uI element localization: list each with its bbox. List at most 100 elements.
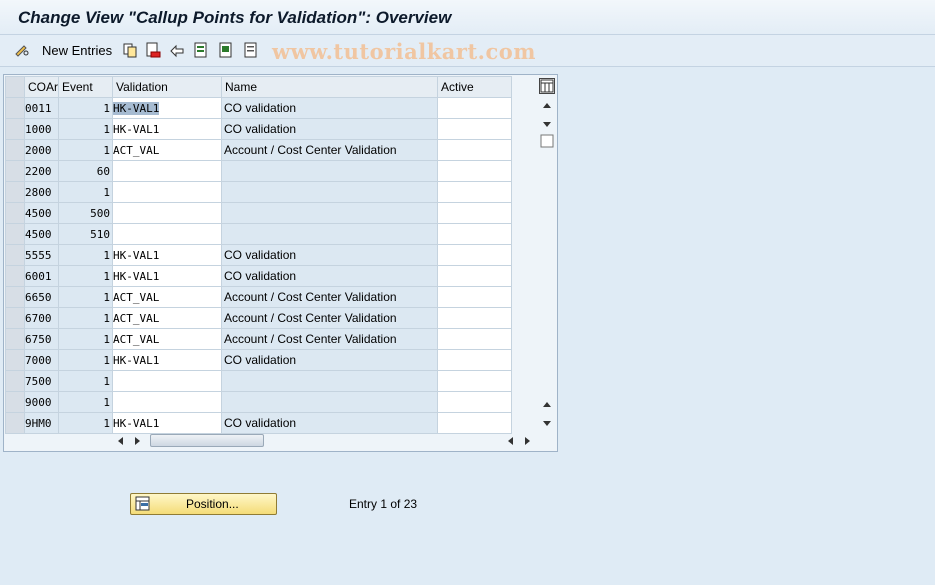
column-header-active[interactable]: Active — [437, 76, 512, 98]
cell-name: Account / Cost Center Validation — [221, 328, 438, 350]
scroll-left-arrow-icon — [118, 437, 123, 445]
cell-coar: 4500 — [24, 223, 59, 245]
row-selector[interactable] — [5, 286, 25, 308]
table-row[interactable]: 2800 1 — [5, 181, 512, 203]
row-selector[interactable] — [5, 391, 25, 413]
row-selector[interactable] — [5, 118, 25, 140]
cell-active[interactable] — [437, 139, 512, 161]
table-row[interactable]: 6750 1 ACT_VAL Account / Cost Center Valida… — [5, 328, 512, 350]
row-selector[interactable] — [5, 139, 25, 161]
cell-name: CO validation — [221, 118, 438, 140]
row-selector[interactable] — [5, 223, 25, 245]
entry-counter: Entry 1 of 23 — [349, 497, 418, 511]
cell-active[interactable] — [437, 223, 512, 245]
cell-validation[interactable] — [112, 370, 222, 392]
table-row[interactable]: 5555 1 HK-VAL1 CO validation — [5, 244, 512, 266]
cell-validation[interactable]: ACT_VAL — [112, 286, 222, 308]
row-selector[interactable] — [5, 328, 25, 350]
row-selector[interactable] — [5, 370, 25, 392]
cell-validation[interactable]: HK-VAL1 — [112, 265, 222, 287]
table-row[interactable]: 6700 1 ACT_VAL Account / Cost Center Valida… — [5, 307, 512, 329]
cell-validation[interactable] — [112, 223, 222, 245]
deselect-all-button[interactable] — [243, 41, 259, 59]
cell-event: 1 — [58, 97, 113, 119]
scroll-up-arrow-icon — [543, 103, 551, 108]
table-row[interactable]: 2200 60 — [5, 160, 512, 182]
select-all-corner[interactable] — [5, 76, 25, 98]
cell-active[interactable] — [437, 286, 512, 308]
row-selector[interactable] — [5, 160, 25, 182]
table-row[interactable]: 6001 1 HK-VAL1 CO validation — [5, 265, 512, 287]
cell-validation[interactable] — [112, 391, 222, 413]
cell-active[interactable] — [437, 307, 512, 329]
column-header-name[interactable]: Name — [221, 76, 438, 98]
horizontal-scrollbar[interactable] — [114, 433, 539, 449]
cell-validation[interactable]: ACT_VAL — [112, 307, 222, 329]
cell-active[interactable] — [437, 181, 512, 203]
position-button[interactable]: Position... — [130, 493, 277, 515]
cell-validation[interactable]: HK-VAL1 — [112, 244, 222, 266]
cell-validation[interactable] — [112, 160, 222, 182]
table-settings-button[interactable] — [539, 78, 555, 94]
cell-validation[interactable]: ACT_VAL — [112, 328, 222, 350]
cell-active[interactable] — [437, 97, 512, 119]
cell-active[interactable] — [437, 349, 512, 371]
cell-active[interactable] — [437, 160, 512, 182]
cell-validation[interactable]: HK-VAL1 — [112, 349, 222, 371]
vertical-scrollbar[interactable] — [539, 97, 555, 431]
cell-coar: 7000 — [24, 349, 59, 371]
cell-event: 1 — [58, 244, 113, 266]
copy-button[interactable] — [122, 41, 138, 59]
table-row[interactable]: 7500 1 — [5, 370, 512, 392]
cell-coar: 1000 — [24, 118, 59, 140]
cell-validation[interactable]: ACT_VAL — [112, 139, 222, 161]
cell-validation[interactable]: HK-VAL1 — [112, 97, 222, 119]
row-selector[interactable] — [5, 412, 25, 434]
row-selector[interactable] — [5, 181, 25, 203]
cell-event: 1 — [58, 139, 113, 161]
cell-active[interactable] — [437, 244, 512, 266]
cell-active[interactable] — [437, 391, 512, 413]
column-header-validation[interactable]: Validation — [112, 76, 222, 98]
table-row[interactable]: 4500 500 — [5, 202, 512, 224]
row-selector[interactable] — [5, 349, 25, 371]
cell-validation[interactable]: HK-VAL1 — [112, 118, 222, 140]
display-change-button[interactable] — [14, 41, 30, 59]
cell-name: Account / Cost Center Validation — [221, 139, 438, 161]
table-row[interactable]: 6650 1 ACT_VAL Account / Cost Center Valida… — [5, 286, 512, 308]
row-selector[interactable] — [5, 265, 25, 287]
row-selector[interactable] — [5, 244, 25, 266]
cell-validation[interactable]: HK-VAL1 — [112, 412, 222, 434]
table-row[interactable]: 7000 1 HK-VAL1 CO validation — [5, 349, 512, 371]
column-header-coar[interactable]: COAr — [24, 76, 59, 98]
cell-active[interactable] — [437, 118, 512, 140]
cell-name — [221, 391, 438, 413]
cell-active[interactable] — [437, 412, 512, 434]
cell-coar: 6001 — [24, 265, 59, 287]
cell-active[interactable] — [437, 265, 512, 287]
cell-name — [221, 160, 438, 182]
select-block-button[interactable] — [218, 41, 234, 59]
select-all-button[interactable] — [193, 41, 209, 59]
column-header-event[interactable]: Event — [58, 76, 113, 98]
table-row[interactable]: 9000 1 — [5, 391, 512, 413]
row-selector[interactable] — [5, 307, 25, 329]
cell-active[interactable] — [437, 202, 512, 224]
new-entries-button[interactable]: New Entries — [42, 43, 112, 58]
table-row[interactable]: 1000 1 HK-VAL1 CO validation — [5, 118, 512, 140]
row-selector[interactable] — [5, 97, 25, 119]
table-row[interactable]: 9HM0 1 HK-VAL1 CO validation — [5, 412, 512, 434]
cell-validation[interactable] — [112, 181, 222, 203]
table-row[interactable]: 2000 1 ACT_VAL Account / Cost Center Valida… — [5, 139, 512, 161]
table-row[interactable]: 4500 510 — [5, 223, 512, 245]
cell-name: CO validation — [221, 349, 438, 371]
cell-validation[interactable] — [112, 202, 222, 224]
table-row[interactable]: 0011 1 HK-VAL1 CO validation — [5, 97, 512, 119]
delete-icon — [146, 42, 161, 58]
delete-button[interactable] — [145, 41, 161, 59]
undo-button[interactable] — [169, 41, 185, 59]
cell-active[interactable] — [437, 328, 512, 350]
horizontal-scroll-thumb[interactable] — [150, 434, 264, 447]
cell-active[interactable] — [437, 370, 512, 392]
row-selector[interactable] — [5, 202, 25, 224]
